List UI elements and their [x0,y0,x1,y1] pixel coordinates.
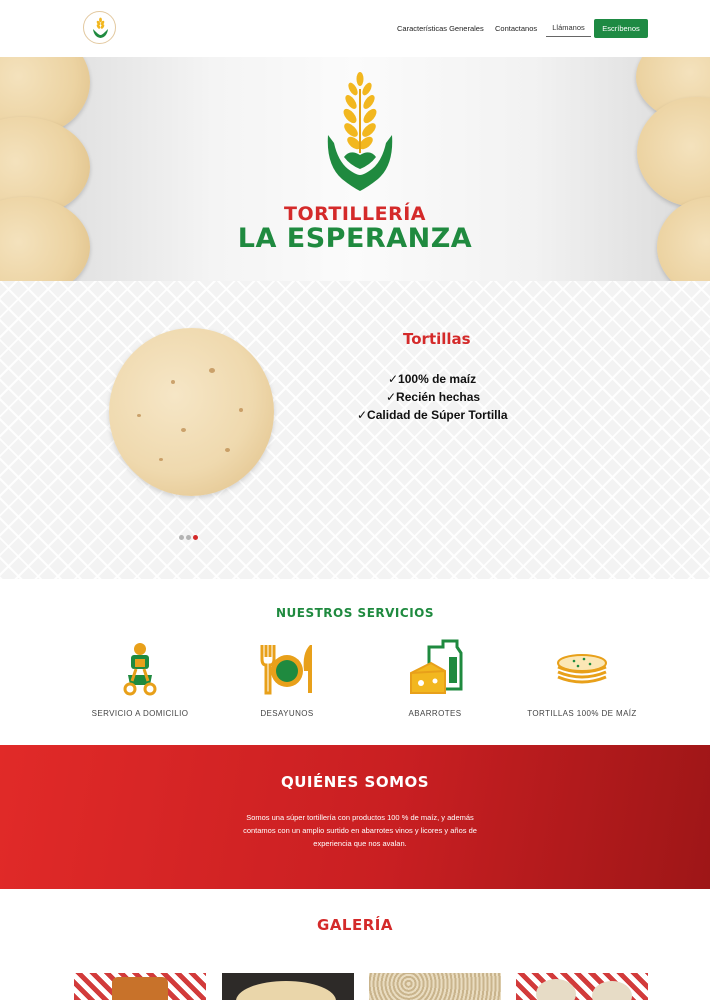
wheat-hands-logo-icon [327,72,393,191]
site-logo[interactable] [83,11,116,44]
gallery-image[interactable] [369,973,501,1000]
write-us-button[interactable]: Escríbenos [594,19,648,38]
service-item-tortillas[interactable]: TORTILLAS 100% DE MAÍZ [512,641,652,718]
delivery-scooter-icon [123,643,157,696]
plate-cutlery-icon [260,645,312,695]
service-item-abarrotes[interactable]: ABARROTES [365,639,505,718]
section-title: NUESTROS SERVICIOS [275,606,435,620]
tortilla-stack-icon [557,654,607,684]
service-item-domicilio[interactable]: SERVICIO A DOMICILIO [70,641,210,718]
gallery-section: GALERÍA [0,889,710,1000]
service-label: DESAYUNOS [260,709,314,718]
service-item-desayunos[interactable]: DESAYUNOS [217,641,357,718]
gallery-image[interactable] [74,973,206,1000]
nav-link-caracteristicas[interactable]: Características Generales [397,24,484,33]
services-section: NUESTROS SERVICIOS SERVICIO A DOMICILIO … [0,579,710,745]
gallery-image[interactable] [222,973,354,1000]
carousel-dot[interactable] [186,535,191,540]
hero-title-line1: TORTILLERÍA [283,203,427,225]
gallery-image[interactable] [516,973,648,1000]
tortilla-image [109,328,274,496]
slide-feature-item: ✓Calidad de Súper Tortilla [357,408,508,422]
carousel-dot[interactable] [179,535,184,540]
about-section: QUIÉNES SOMOS Somos una súper tortillerí… [0,745,710,889]
top-navbar: Características Generales Contactanos Ll… [0,0,710,57]
service-label: TORTILLAS 100% DE MAÍZ [527,709,637,718]
carousel-dots [179,527,200,545]
carousel-dot-active[interactable] [193,535,198,540]
service-label: ABARROTES [408,709,462,718]
section-title: GALERÍA [317,916,393,934]
hero-banner: TORTILLERÍA LA ESPERANZA [0,57,710,281]
slide-feature-item: ✓Recién hechas [386,390,481,404]
wheat-hands-logo-icon [93,17,108,38]
nav-link-contactanos[interactable]: Contactanos [495,24,537,33]
service-label: SERVICIO A DOMICILIO [91,709,189,718]
groceries-milk-cheese-icon [410,639,463,694]
about-text: Somos una súper tortillería con producto… [243,813,477,848]
hero-title-line2: LA ESPERANZA [237,223,473,254]
product-carousel[interactable]: Tortillas ✓100% de maíz ✓Recién hechas ✓… [0,281,710,579]
section-title: QUIÉNES SOMOS [280,773,430,791]
call-button[interactable]: Llámanos [546,19,591,37]
tortilla-image [637,97,710,207]
slide-title: Tortillas [403,330,471,348]
slide-feature-item: ✓100% de maíz [388,372,477,386]
